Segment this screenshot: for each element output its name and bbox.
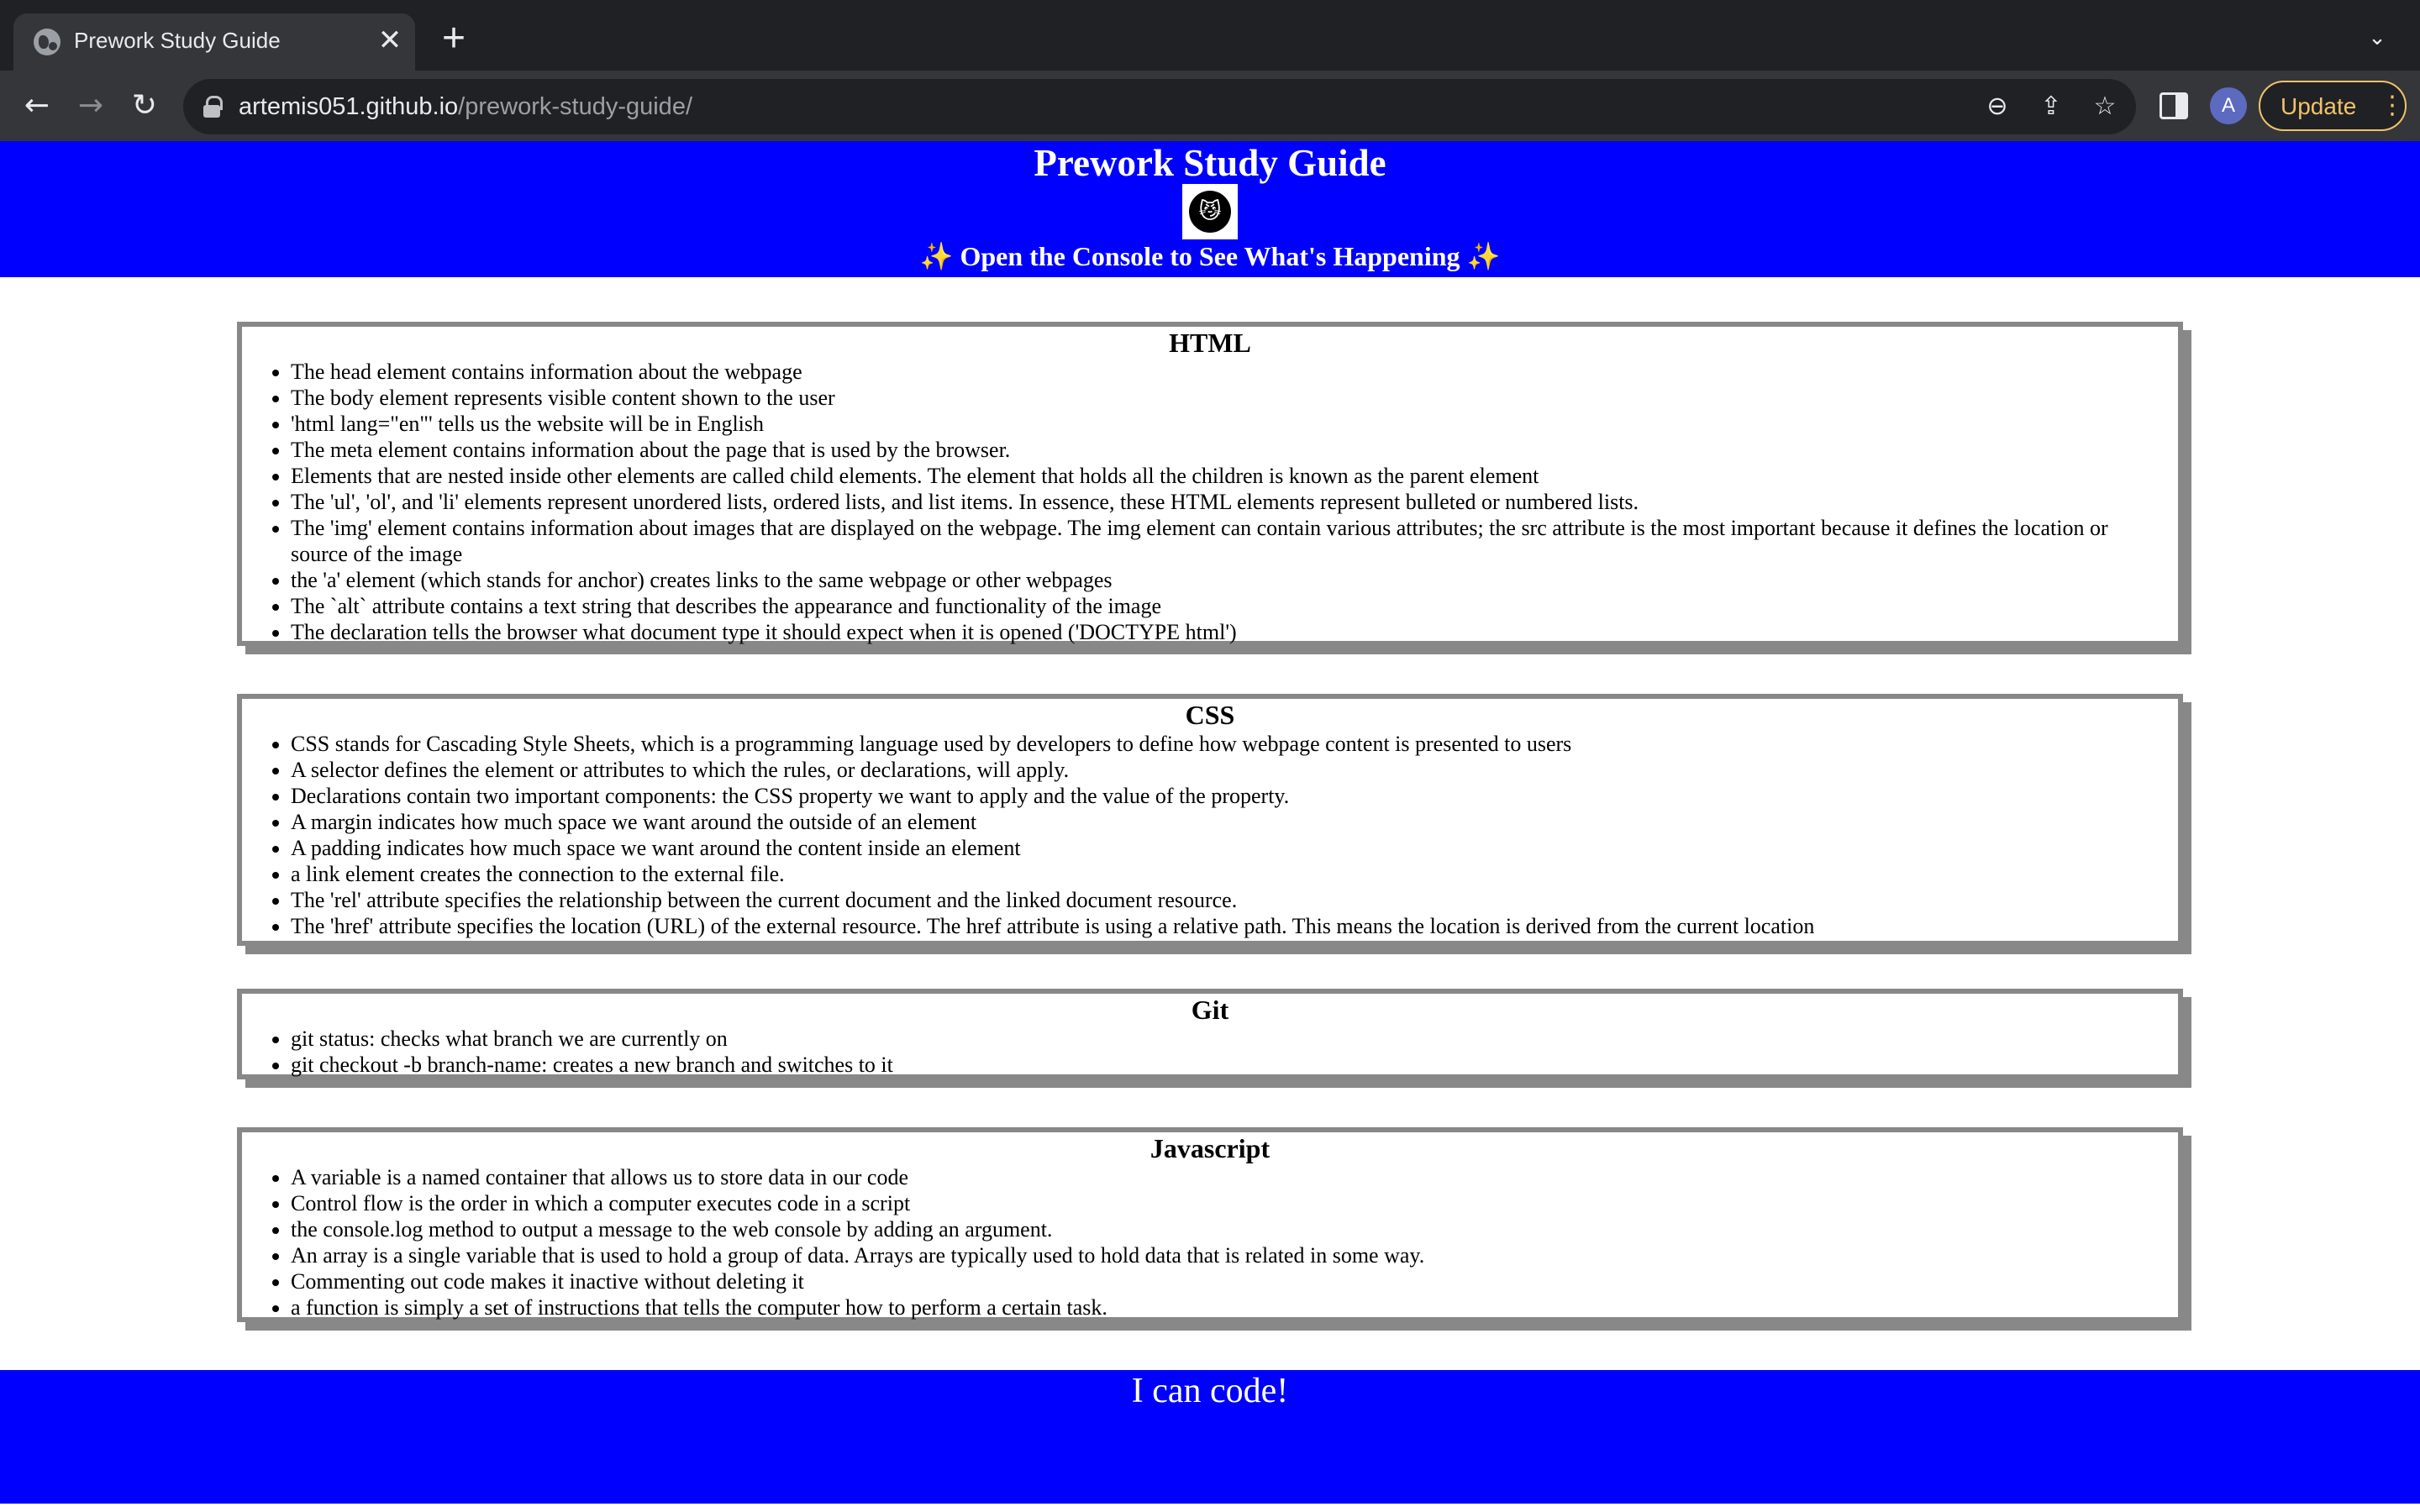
page-viewport: Prework Study Guide 😼 ✨ Open the Console… <box>0 141 2420 1512</box>
list-item: the 'a' element (which stands for anchor… <box>291 567 2153 593</box>
url-text[interactable]: artemis051.github.io/prework-study-guide… <box>239 93 692 121</box>
list-item: the console.log method to output a messa… <box>291 1216 2153 1242</box>
list-item: The 'rel' attribute specifies the relati… <box>291 887 2153 913</box>
zoom-icon[interactable]: ⊖ <box>1981 91 2013 123</box>
close-icon[interactable]: ✕ <box>375 25 405 55</box>
list-item: Control flow is the order in which a com… <box>291 1190 2153 1216</box>
browser-toolbar: ← → ↻ artemis051.github.io/prework-study… <box>0 71 2420 141</box>
side-panel-icon[interactable] <box>2160 92 2188 119</box>
list-item: Declarations contain two important compo… <box>291 783 2153 809</box>
list-item: a function is simply a set of instructio… <box>291 1294 2153 1320</box>
browser-chrome: Prework Study Guide ✕ + ⌄ ← → ↻ artemis0… <box>0 0 2420 141</box>
card-git: Git git status: checks what branch we ar… <box>237 989 2183 1079</box>
card-list: A variable is a named container that all… <box>242 1164 2178 1320</box>
card-title: CSS <box>1185 700 1235 730</box>
bookmark-star-icon[interactable]: ☆ <box>2089 91 2121 123</box>
list-item: git checkout -b branch-name: creates a n… <box>291 1052 2153 1078</box>
list-item: The declaration tells the browser what d… <box>291 619 2153 645</box>
card-list: CSS stands for Cascading Style Sheets, w… <box>242 731 2178 939</box>
cat-icon: 😼 <box>1198 199 1222 224</box>
list-item: Commenting out code makes it inactive wi… <box>291 1268 2153 1294</box>
page-subtitle: ✨ Open the Console to See What's Happeni… <box>919 241 1501 271</box>
list-item: A padding indicates how much space we wa… <box>291 835 2153 861</box>
list-item: a link element creates the connection to… <box>291 861 2153 887</box>
list-item: An array is a single variable that is us… <box>291 1242 2153 1268</box>
list-item: The 'ul', 'ol', and 'li' elements repres… <box>291 489 2153 515</box>
update-button[interactable]: Update ⋮ <box>2259 81 2407 131</box>
page-title: Prework Study Guide <box>1034 142 1386 184</box>
list-item: A selector defines the element or attrib… <box>291 757 2153 783</box>
url-host: artemis051.github.io <box>239 93 459 120</box>
list-item: git status: checks what branch we are cu… <box>291 1026 2153 1052</box>
list-item: CSS stands for Cascading Style Sheets, w… <box>291 731 2153 757</box>
list-item: The body element represents visible cont… <box>291 385 2153 411</box>
chevron-down-icon[interactable]: ⌄ <box>2365 25 2390 50</box>
profile-avatar[interactable]: A <box>2210 87 2247 124</box>
list-item: The `alt` attribute contains a text stri… <box>291 593 2153 619</box>
globe-icon <box>34 29 60 55</box>
list-item: A margin indicates how much space we wan… <box>291 809 2153 835</box>
tab-title: Prework Study Guide <box>74 28 281 53</box>
update-label: Update <box>2281 93 2357 119</box>
new-tab-button[interactable]: + <box>437 18 471 59</box>
card-javascript: Javascript A variable is a named contain… <box>237 1127 2183 1322</box>
url-path: /prework-study-guide/ <box>458 93 692 120</box>
card-html: HTML The head element contains informati… <box>237 322 2183 646</box>
site-footer: I can code! <box>0 1370 2420 1504</box>
list-item: The 'img' element contains information a… <box>291 515 2153 567</box>
logo: 😼 <box>1182 184 1238 239</box>
footer-text: I can code! <box>1131 1372 1289 1410</box>
card-title: Javascript <box>1150 1133 1270 1163</box>
lock-icon[interactable] <box>203 96 223 118</box>
card-title: HTML <box>1169 328 1251 358</box>
back-button[interactable]: ← <box>17 86 57 126</box>
card-list: The head element contains information ab… <box>242 359 2178 645</box>
logo-disc: 😼 <box>1189 191 1231 233</box>
forward-button[interactable]: → <box>71 86 111 126</box>
browser-tab[interactable]: Prework Study Guide ✕ <box>13 13 415 71</box>
card-list: git status: checks what branch we are cu… <box>242 1026 2178 1078</box>
tab-strip: Prework Study Guide ✕ + ⌄ <box>0 0 2420 71</box>
list-item: A variable is a named container that all… <box>291 1164 2153 1190</box>
card-title: Git <box>1191 995 1229 1025</box>
reload-button[interactable]: ↻ <box>124 86 165 126</box>
site-header: Prework Study Guide 😼 ✨ Open the Console… <box>0 141 2420 277</box>
address-bar[interactable]: artemis051.github.io/prework-study-guide… <box>183 79 2136 134</box>
menu-dots-icon: ⋮ <box>2380 91 2405 120</box>
list-item: The head element contains information ab… <box>291 359 2153 385</box>
share-icon[interactable]: ⇪ <box>2035 91 2067 123</box>
list-item: The 'href' attribute specifies the locat… <box>291 913 2153 939</box>
list-item: The meta element contains information ab… <box>291 437 2153 463</box>
card-css: CSS CSS stands for Cascading Style Sheet… <box>237 694 2183 946</box>
list-item: 'html lang="en"' tells us the website wi… <box>291 411 2153 437</box>
list-item: Elements that are nested inside other el… <box>291 463 2153 489</box>
